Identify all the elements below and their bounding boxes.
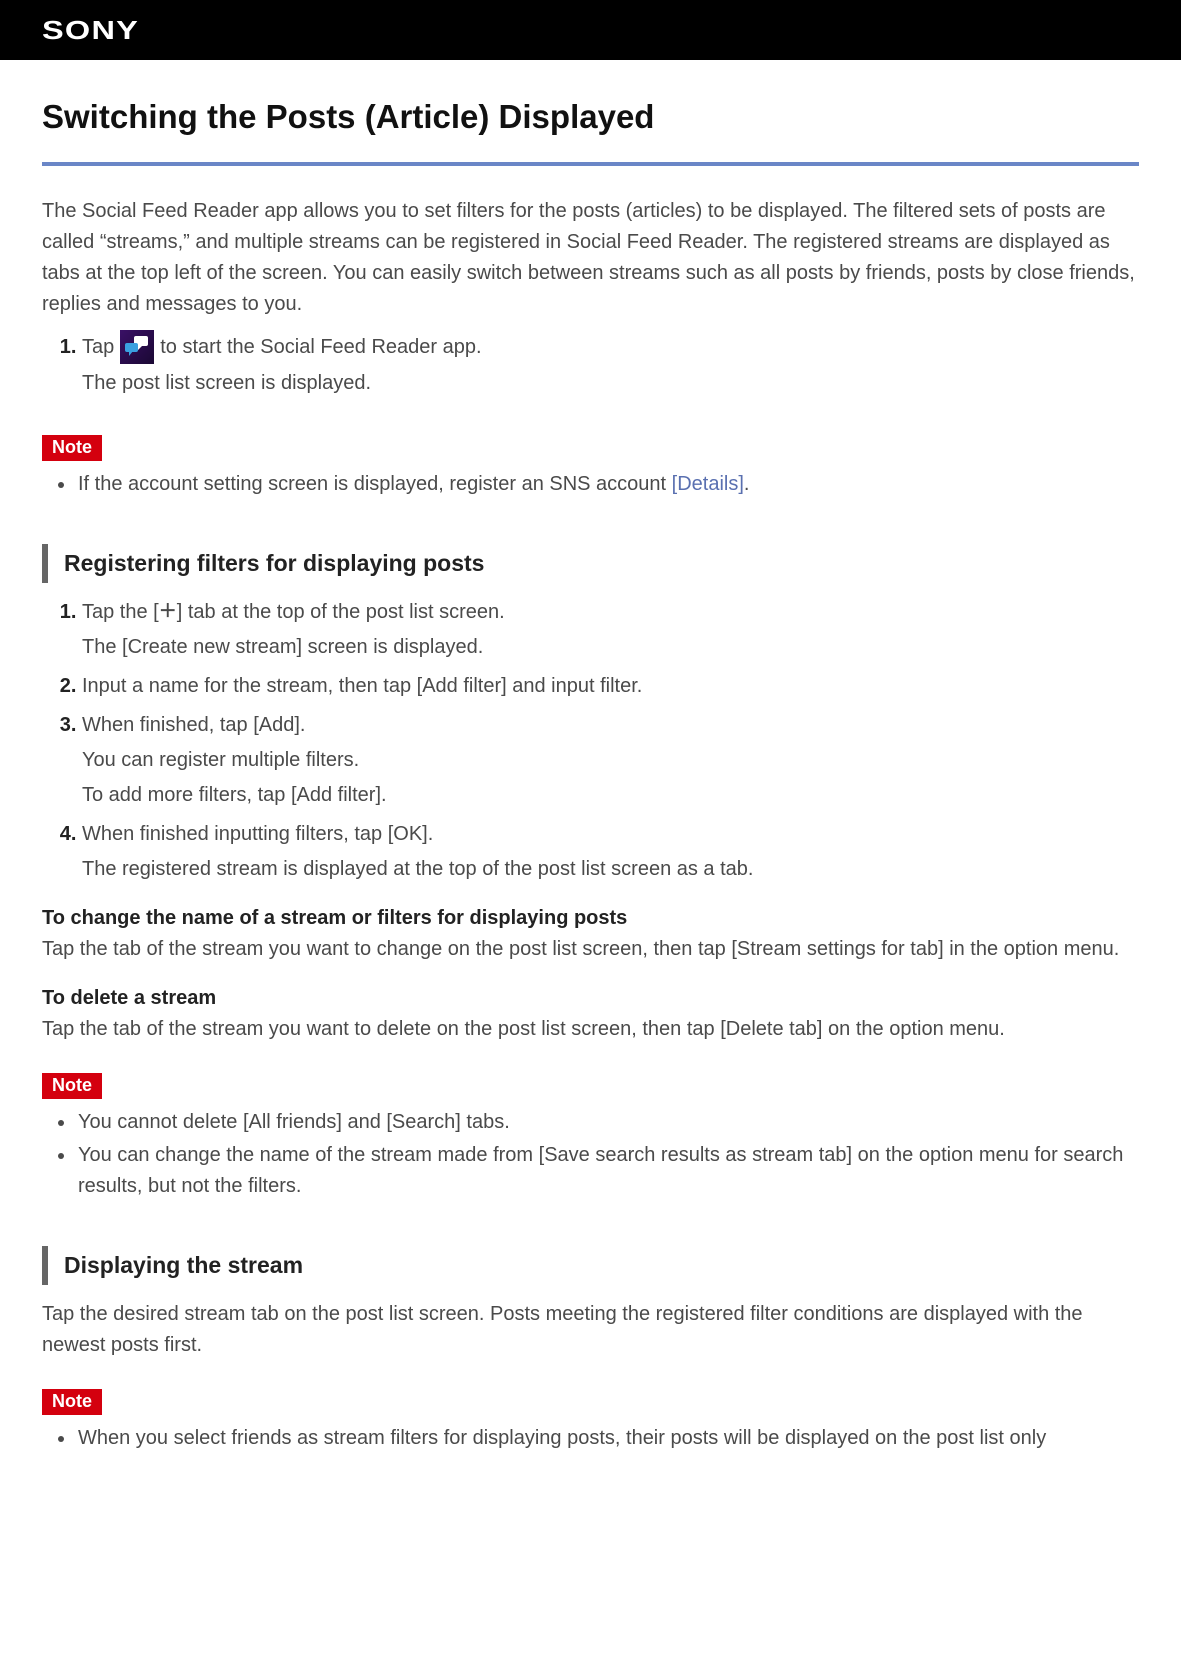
change-stream-text: Tap the tab of the stream you want to ch… xyxy=(42,934,1139,965)
reg-step-1-sub: The [Create new stream] screen is displa… xyxy=(82,632,1139,663)
note-2-item-2: You can change the name of the stream ma… xyxy=(76,1140,1139,1202)
reg-step-4-main: When finished inputting filters, tap [OK… xyxy=(82,823,433,845)
subheading-delete-stream: To delete a stream xyxy=(42,987,1139,1010)
note-label-1: Note xyxy=(42,435,102,461)
reg-step-1-a: Tap the [ xyxy=(82,601,159,623)
intro-steps: Tap to start the Social Feed Reader app.… xyxy=(42,330,1139,399)
reg-step-3-sub2: To add more filters, tap [Add filter]. xyxy=(82,780,1139,811)
note-2-list: You cannot delete [All friends] and [Sea… xyxy=(42,1107,1139,1202)
register-steps: Tap the [＋] tab at the top of the post l… xyxy=(42,597,1139,885)
intro-paragraph: The Social Feed Reader app allows you to… xyxy=(42,196,1139,320)
title-rule xyxy=(42,162,1139,166)
main-content: Switching the Posts (Article) Displayed … xyxy=(0,60,1181,1454)
plus-icon: ＋ xyxy=(159,598,177,626)
header-bar: SONY xyxy=(0,0,1181,60)
note-1-tail: . xyxy=(744,473,750,495)
sony-logo: SONY xyxy=(42,15,139,46)
section-registering-filters: Registering filters for displaying posts xyxy=(42,544,1139,583)
step-1: Tap to start the Social Feed Reader app.… xyxy=(82,330,1139,399)
step-1-text-b: to start the Social Feed Reader app. xyxy=(160,332,481,363)
note-1-list: If the account setting screen is display… xyxy=(42,469,1139,500)
step-1-text-a: Tap xyxy=(82,332,114,363)
note-1-item: If the account setting screen is display… xyxy=(76,469,1139,500)
reg-step-2: Input a name for the stream, then tap [A… xyxy=(82,671,1139,702)
social-feed-reader-app-icon xyxy=(120,330,154,364)
reg-step-3: When finished, tap [Add]. You can regist… xyxy=(82,710,1139,811)
note-label-3: Note xyxy=(42,1389,102,1415)
reg-step-3-sub1: You can register multiple filters. xyxy=(82,745,1139,776)
note-3-item: When you select friends as stream filter… xyxy=(76,1423,1139,1454)
page-title: Switching the Posts (Article) Displayed xyxy=(42,98,1139,136)
details-link[interactable]: [Details] xyxy=(672,473,744,495)
note-label-2: Note xyxy=(42,1073,102,1099)
note-1-text: If the account setting screen is display… xyxy=(78,473,672,495)
step-1-subtext: The post list screen is displayed. xyxy=(82,368,1139,399)
reg-step-1-b: ] tab at the top of the post list screen… xyxy=(177,601,505,623)
reg-step-1: Tap the [＋] tab at the top of the post l… xyxy=(82,597,1139,663)
subheading-change-stream: To change the name of a stream or filter… xyxy=(42,907,1139,930)
delete-stream-text: Tap the tab of the stream you want to de… xyxy=(42,1014,1139,1045)
section-displaying-stream: Displaying the stream xyxy=(42,1246,1139,1285)
displaying-stream-text: Tap the desired stream tab on the post l… xyxy=(42,1299,1139,1361)
reg-step-4: When finished inputting filters, tap [OK… xyxy=(82,819,1139,885)
reg-step-3-main: When finished, tap [Add]. xyxy=(82,714,305,736)
note-2-item-1: You cannot delete [All friends] and [Sea… xyxy=(76,1107,1139,1138)
note-3-list: When you select friends as stream filter… xyxy=(42,1423,1139,1454)
reg-step-4-sub: The registered stream is displayed at th… xyxy=(82,854,1139,885)
